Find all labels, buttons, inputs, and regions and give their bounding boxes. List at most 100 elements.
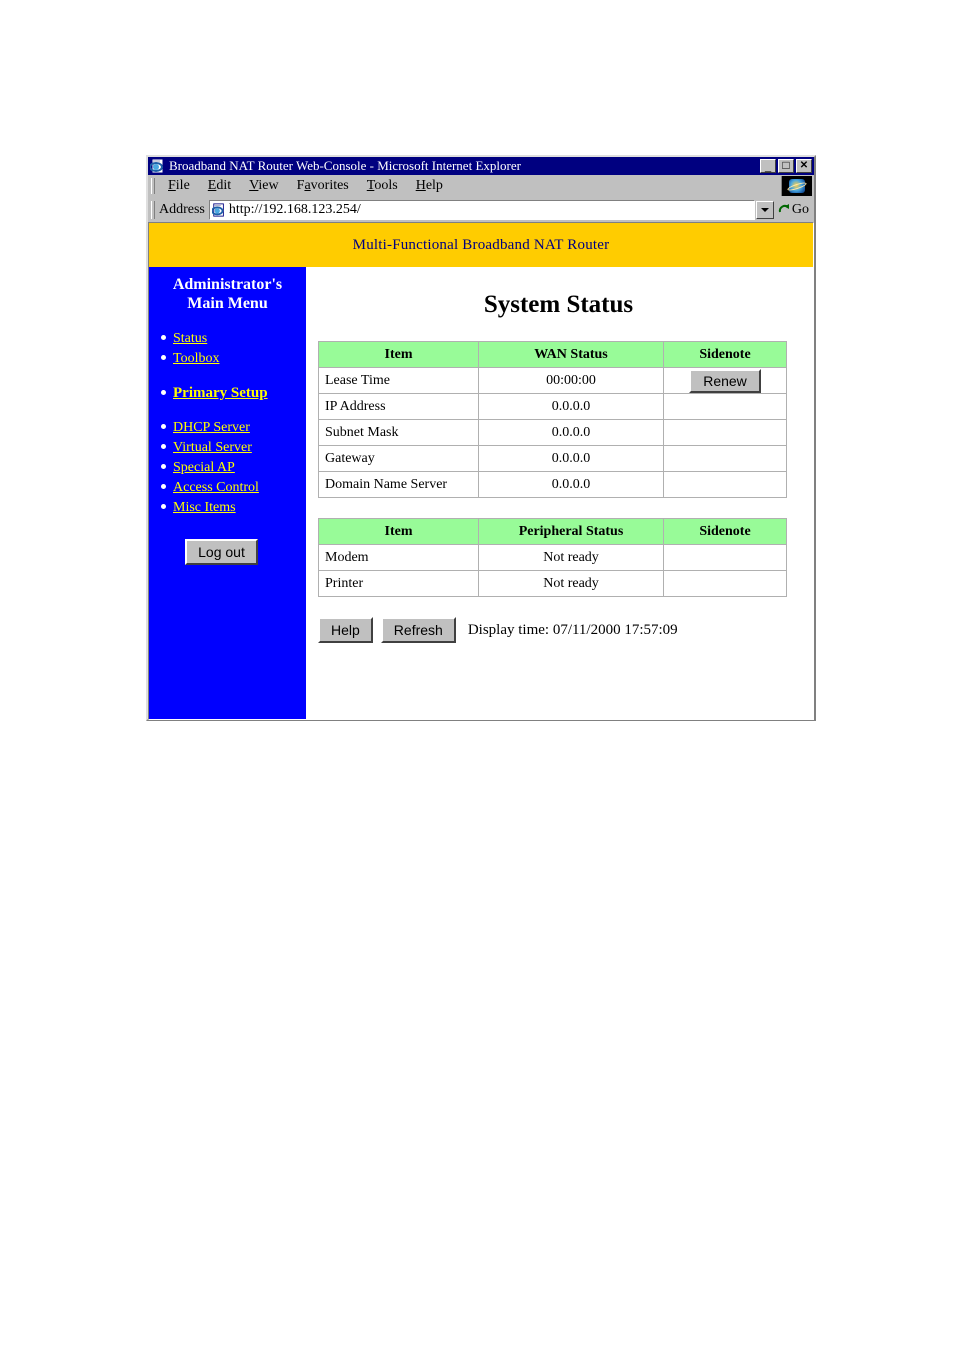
sidebar-link-special-ap[interactable]: Special AP (173, 460, 235, 475)
go-button[interactable]: Go (775, 202, 814, 218)
refresh-button[interactable]: Refresh (380, 617, 456, 643)
sidebar-item-special-ap[interactable]: Special AP (161, 458, 306, 477)
sidebar-item-misc-items[interactable]: Misc Items (161, 498, 306, 517)
wan-header-status: WAN Status (478, 341, 664, 368)
wan-header-item: Item (318, 341, 479, 368)
close-button[interactable]: ✕ (796, 159, 812, 173)
maximize-icon: □ (782, 158, 790, 172)
peripheral-row-modem-sidenote (663, 544, 787, 571)
wan-row-lease-time-label: Lease Time (318, 367, 479, 394)
table-row: IP Address 0.0.0.0 (318, 393, 787, 420)
wan-row-ip-address-sidenote (663, 393, 787, 420)
ie-logo-icon (781, 176, 812, 196)
sidebar-link-status[interactable]: Status (173, 331, 207, 346)
wan-row-gateway-sidenote (663, 445, 787, 472)
logout-button[interactable]: Log out (185, 539, 258, 565)
sidebar-link-toolbox[interactable]: Toolbox (173, 351, 219, 366)
sidebar-link-access-control[interactable]: Access Control (173, 480, 259, 495)
menu-favorites[interactable]: Favorites (288, 177, 358, 195)
screenshot-root: Broadband NAT Router Web-Console - Micro… (0, 0, 954, 1355)
page-icon (149, 158, 166, 174)
sidebar-item-toolbox[interactable]: Toolbox (161, 349, 306, 368)
bullet-icon (161, 444, 166, 449)
wan-row-subnet-mask-sidenote (663, 419, 787, 446)
menu-edit[interactable]: Edit (199, 177, 240, 195)
maximize-button[interactable]: □ (778, 159, 794, 173)
display-time-text: Display time: 07/11/2000 17:57:09 (467, 621, 678, 638)
peripheral-header-status: Peripheral Status (478, 518, 664, 545)
main-content: System Status Item WAN Status Sidenote L… (306, 267, 813, 719)
window-title: Broadband NAT Router Web-Console - Micro… (169, 158, 521, 173)
table-row: Gateway 0.0.0.0 (318, 445, 787, 472)
wan-row-ip-address-value: 0.0.0.0 (478, 393, 664, 420)
sidebar-link-primary-setup[interactable]: Primary Setup (173, 385, 268, 401)
bullet-icon (161, 484, 166, 489)
go-arrow-icon (778, 203, 791, 216)
address-bar: Address http://192.168.123.254/ Go (148, 198, 814, 222)
sidebar-spacer (173, 403, 306, 417)
sidebar-item-status[interactable]: Status (161, 329, 306, 348)
sidebar-item-access-control[interactable]: Access Control (161, 478, 306, 497)
wan-row-gateway-value: 0.0.0.0 (478, 445, 664, 472)
table-row: Subnet Mask 0.0.0.0 (318, 419, 787, 446)
browser-window: Broadband NAT Router Web-Console - Micro… (146, 155, 816, 721)
menu-help[interactable]: Help (407, 177, 452, 195)
sidebar-link-misc-items[interactable]: Misc Items (173, 500, 236, 515)
bullet-icon (161, 464, 166, 469)
minimize-icon: _ (764, 161, 772, 173)
bullet-icon (161, 504, 166, 509)
sidebar-item-dhcp-server[interactable]: DHCP Server (161, 418, 306, 437)
wan-header-sidenote: Sidenote (663, 341, 787, 368)
window-controls: _ □ ✕ (760, 159, 812, 173)
peripheral-row-printer-label: Printer (318, 570, 479, 597)
go-label: Go (791, 201, 809, 217)
wan-row-dns-label: Domain Name Server (318, 471, 479, 498)
wan-row-lease-time-value: 00:00:00 (478, 367, 664, 394)
wan-status-table: Item WAN Status Sidenote Lease Time 00:0… (318, 341, 787, 498)
peripheral-header-sidenote: Sidenote (663, 518, 787, 545)
wan-row-ip-address-label: IP Address (318, 393, 479, 420)
sidebar-item-virtual-server[interactable]: Virtual Server (161, 438, 306, 457)
page-body: Administrator's Main Menu Status Toolbox… (149, 267, 813, 719)
help-button[interactable]: Help (318, 617, 373, 643)
wan-row-gateway-label: Gateway (318, 445, 479, 472)
renew-button[interactable]: Renew (689, 368, 761, 393)
bullet-icon (161, 335, 166, 340)
bullet-icon (161, 424, 166, 429)
wan-row-subnet-mask-label: Subnet Mask (318, 419, 479, 446)
address-dropdown-button[interactable] (755, 200, 774, 219)
peripheral-row-modem-value: Not ready (478, 544, 664, 571)
sidebar-title: Administrator's Main Menu (149, 275, 306, 313)
sidebar-link-virtual-server[interactable]: Virtual Server (173, 440, 252, 455)
title-bar: Broadband NAT Router Web-Console - Micro… (148, 157, 814, 175)
table-header-row: Item WAN Status Sidenote (318, 341, 787, 368)
menu-view[interactable]: View (240, 177, 288, 195)
peripheral-row-printer-sidenote (663, 570, 787, 597)
wan-row-subnet-mask-value: 0.0.0.0 (478, 419, 664, 446)
page-viewport: Multi-Functional Broadband NAT Router Ad… (148, 222, 814, 720)
address-input[interactable]: http://192.168.123.254/ (208, 199, 755, 220)
table-row: Domain Name Server 0.0.0.0 (318, 471, 787, 498)
banner-title: Multi-Functional Broadband NAT Router (352, 236, 610, 253)
wan-row-dns-value: 0.0.0.0 (478, 471, 664, 498)
peripheral-row-printer-value: Not ready (478, 570, 664, 597)
menu-file[interactable]: File (159, 177, 199, 195)
peripheral-header-item: Item (318, 518, 479, 545)
table-row: Printer Not ready (318, 570, 787, 597)
address-grip[interactable] (151, 200, 155, 219)
menu-tools[interactable]: Tools (358, 177, 407, 195)
peripheral-row-modem-label: Modem (318, 544, 479, 571)
address-url-text: http://192.168.123.254/ (228, 201, 361, 217)
sidebar-title-line1: Administrator's (172, 276, 283, 293)
sidebar-spacer (173, 369, 306, 383)
table-row: Modem Not ready (318, 544, 787, 571)
sidebar-item-primary-setup[interactable]: Primary Setup (161, 384, 306, 402)
wan-row-lease-time-sidenote: Renew (663, 367, 787, 394)
page-title: System Status (483, 291, 634, 318)
minimize-button[interactable]: _ (760, 159, 776, 173)
footer-controls: Help Refresh Display time: 07/11/2000 17… (318, 617, 799, 643)
menu-grip[interactable] (151, 178, 155, 194)
site-banner: Multi-Functional Broadband NAT Router (149, 223, 813, 267)
table-header-row: Item Peripheral Status Sidenote (318, 518, 787, 545)
sidebar-link-dhcp-server[interactable]: DHCP Server (173, 420, 250, 435)
